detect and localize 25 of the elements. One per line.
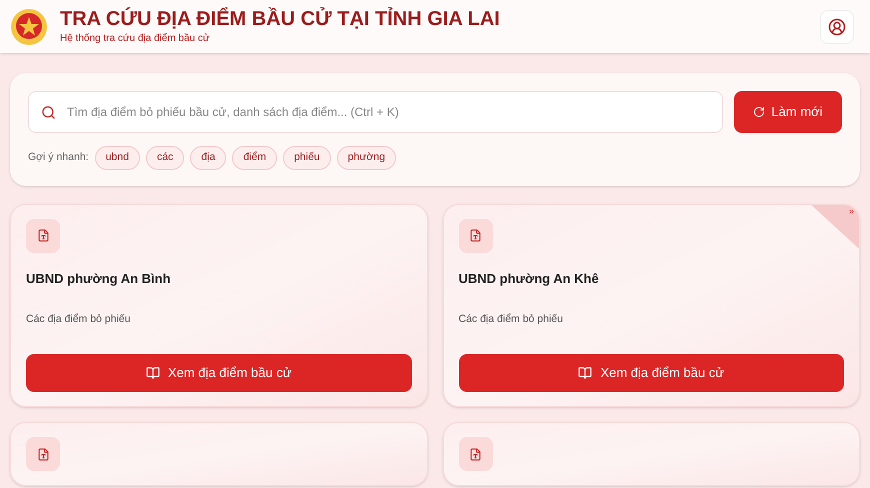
search-icon bbox=[41, 105, 56, 120]
refresh-icon bbox=[753, 106, 766, 118]
user-account-button[interactable] bbox=[820, 10, 854, 44]
suggestion-chip[interactable]: điểm bbox=[232, 146, 278, 170]
book-icon bbox=[146, 366, 160, 380]
ribbon-mark: » bbox=[848, 206, 854, 216]
page-subtitle: Hệ thống tra cứu địa điểm bầu cử bbox=[60, 32, 211, 46]
suggestion-chip[interactable]: phiếu bbox=[283, 146, 331, 170]
card-title: UBND phường An Khê bbox=[458, 270, 600, 288]
view-locations-button[interactable]: Xem địa điểm bầu cử bbox=[26, 354, 412, 392]
suggestions-label: Gợi ý nhanh: bbox=[28, 150, 89, 165]
suggestion-chip[interactable]: địa bbox=[190, 146, 226, 170]
search-field[interactable]: Tìm địa điểm bỏ phiếu bầu cử, danh sách địa điểm... (Ctrl + K) bbox=[28, 91, 723, 133]
user-icon bbox=[828, 18, 846, 36]
suggestion-chip[interactable]: ubnd bbox=[94, 146, 140, 170]
book-icon bbox=[578, 366, 592, 380]
view-locations-button[interactable]: Xem địa điểm bầu cử bbox=[458, 354, 844, 392]
card-description: Các địa điểm bỏ phiếu bbox=[26, 312, 132, 328]
card-title: UBND phường An Bình bbox=[26, 270, 172, 288]
card-description: Các địa điểm bỏ phiếu bbox=[458, 312, 564, 328]
refresh-button[interactable]: Làm mới bbox=[734, 91, 842, 133]
suggestion-chip[interactable]: phường bbox=[336, 146, 396, 170]
emblem-icon bbox=[10, 8, 48, 46]
page-title: TRA CỨU ĐỊA ĐIỂM BẦU CỬ TẠI TỈNH GIA LAI bbox=[60, 7, 500, 31]
suggestion-chip[interactable]: các bbox=[146, 146, 184, 170]
